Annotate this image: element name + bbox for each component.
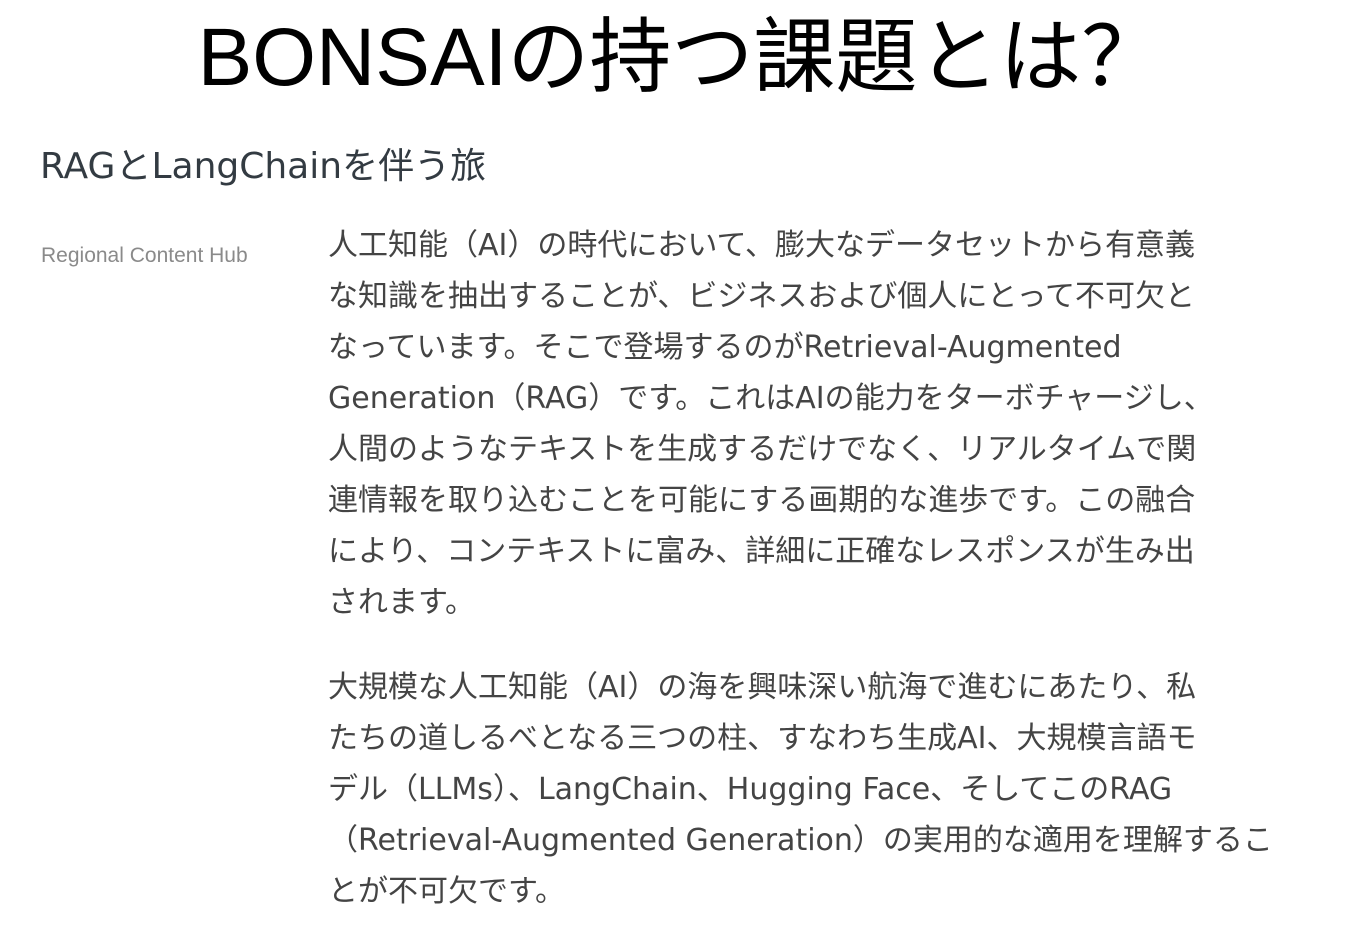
paragraph-line: 人間のようなテキストを生成するだけでなく、リアルタイムで関 [328,432,1197,467]
paragraph-1: 人工知能（AI）の時代において、膨大なデータセットから有意義 な知識を抽出するこ… [328,220,1340,628]
paragraph-line: とが不可欠です。 [328,874,565,909]
paragraph-line: デル（LLMs）、LangChain、Hugging Face、そしてこのRAG [328,772,1173,807]
paragraph-line: 連情報を取り込むことを可能にする画期的な進歩です。この融合 [328,483,1196,518]
paragraph-line: な知識を抽出することが、ビジネスおよび個人にとって不可欠と [328,279,1195,314]
paragraph-2: 大規模な人工知能（AI）の海を興味深い航海で進むにあたり、私 たちの道しるべとな… [328,662,1340,917]
paragraph-line: Generation（RAG）です。これはAIの能力をターボチャージし、 [328,381,1214,416]
paragraph-line: により、コンテキストに富み、詳細に正確なレスポンスが生み出 [328,534,1195,569]
article-title: RAGとLangChainを伴う旅 [40,146,487,187]
source-label: Regional Content Hub [41,244,248,267]
paragraph-line: たちの道しるべとなる三つの柱、すなわち生成AI、大規模言語モ [328,721,1197,756]
paragraph-line: なっています。そこで登場するのがRetrieval-Augmented [328,330,1122,365]
slide-title: BONSAIの持つ課題とは？ [197,12,1164,103]
paragraph-line: 人工知能（AI）の時代において、膨大なデータセットから有意義 [328,228,1195,263]
paragraph-line: されます。 [328,585,475,620]
paragraph-line: 大規模な人工知能（AI）の海を興味深い航海で進むにあたり、私 [328,670,1197,705]
paragraph-line: （Retrieval-Augmented Generation）の実用的な適用を… [328,823,1273,858]
article-body: 人工知能（AI）の時代において、膨大なデータセットから有意義 な知識を抽出するこ… [328,220,1340,917]
